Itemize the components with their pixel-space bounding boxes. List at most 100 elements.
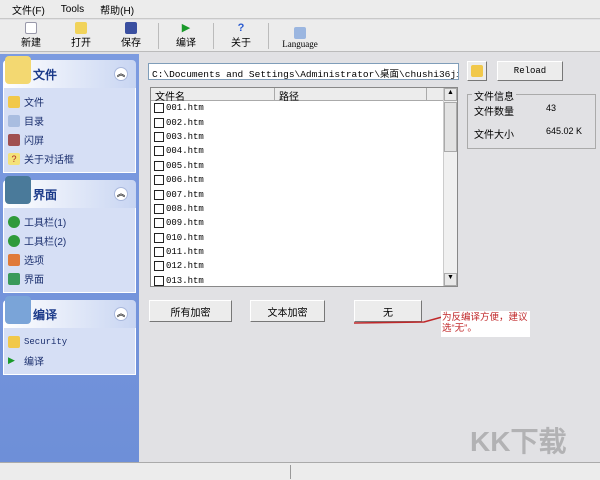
count-label: 文件数量 <box>474 107 514 118</box>
checkbox[interactable] <box>154 131 164 142</box>
checkbox[interactable] <box>154 247 164 258</box>
compile-play-icon: ▶ <box>181 22 191 34</box>
file-name: 006.htm <box>166 175 204 186</box>
checkbox[interactable] <box>154 146 164 157</box>
status-bar <box>0 462 600 480</box>
scroll-thumb[interactable] <box>444 102 457 152</box>
list-item[interactable]: 013.htm <box>151 274 457 288</box>
sidebar-item-compile[interactable]: ▶ 编译 <box>8 351 131 370</box>
checkbox[interactable] <box>154 232 164 243</box>
file-name: 001.htm <box>166 103 204 114</box>
sidebar-item-file[interactable]: 文件 <box>8 92 131 111</box>
collapse-icon[interactable]: ︽ <box>114 67 128 81</box>
panel-file: 文件 ︽ 文件 目录 闪屏 ? 关于对话框 <box>3 56 136 173</box>
group-title: 文件信息 <box>472 88 516 103</box>
open-folder-icon <box>75 22 87 34</box>
list-item[interactable]: 003.htm <box>151 130 457 144</box>
scroll-up-icon[interactable]: ▲ <box>444 88 457 101</box>
checkbox[interactable] <box>154 203 164 214</box>
count-value: 43 <box>546 103 557 113</box>
about-button[interactable]: ? 关于 <box>216 21 266 51</box>
file-name: 005.htm <box>166 160 204 171</box>
sidebar-item-directory[interactable]: 目录 <box>8 111 131 130</box>
reload-button[interactable]: Reload <box>497 61 563 81</box>
panel-header[interactable]: 编译 ︽ <box>3 296 136 328</box>
file-name: 008.htm <box>166 203 204 214</box>
annotation-line <box>354 316 443 324</box>
help-icon: ? <box>8 152 20 165</box>
checkbox[interactable] <box>154 218 164 229</box>
home-icon <box>8 253 20 266</box>
list-item[interactable]: 007.htm <box>151 187 457 201</box>
browse-button[interactable] <box>467 61 487 81</box>
checkbox[interactable] <box>154 189 164 200</box>
arrow-left-icon <box>8 215 20 228</box>
file-name: 003.htm <box>166 131 204 142</box>
column-path[interactable]: 路径 <box>275 88 427 103</box>
list-item[interactable]: 011.htm <box>151 245 457 259</box>
menu-tools[interactable]: Tools <box>59 4 86 15</box>
sidebar: 文件 ︽ 文件 目录 闪屏 ? 关于对话框 界面 ︽ 工具栏(1) 工具栏(2) 选项… <box>0 54 139 462</box>
checkbox[interactable] <box>154 261 164 272</box>
panel-header[interactable]: 界面 ︽ <box>3 176 136 208</box>
folder-icon <box>8 95 20 108</box>
file-name: 010.htm <box>166 232 204 243</box>
save-icon <box>125 22 137 34</box>
list-item[interactable]: 005.htm <box>151 159 457 173</box>
language-icon <box>294 27 306 39</box>
panel-compile: 编译 ︽ Security ▶ 编译 <box>3 296 136 375</box>
checkbox[interactable] <box>154 275 164 286</box>
checkbox[interactable] <box>154 117 164 128</box>
list-item[interactable]: 004.htm <box>151 144 457 158</box>
list-item[interactable]: 009.htm <box>151 216 457 230</box>
collapse-icon[interactable]: ︽ <box>114 187 128 201</box>
language-button[interactable]: Language <box>271 21 329 51</box>
encrypt-text-button[interactable]: 文本加密 <box>250 300 325 322</box>
list-header: 文件名 路径 <box>151 88 457 103</box>
sidebar-item-security[interactable]: Security <box>8 332 131 351</box>
separator <box>213 23 214 49</box>
sidebar-item-about[interactable]: ? 关于对话框 <box>8 149 131 168</box>
annotation-note: 为反编译方便，建议选“无”。 <box>441 311 530 337</box>
file-info-group: 文件信息 文件数量 43 文件大小 645.02 K <box>467 88 596 149</box>
status-divider <box>290 465 291 479</box>
panel-header[interactable]: 文件 ︽ <box>3 56 136 88</box>
checkbox[interactable] <box>154 160 164 171</box>
sidebar-item-toolbar1[interactable]: 工具栏(1) <box>8 212 131 231</box>
list-item[interactable]: 008.htm <box>151 202 457 216</box>
list-item[interactable]: 012.htm <box>151 259 457 273</box>
collapse-icon[interactable]: ︽ <box>114 307 128 321</box>
list-item[interactable]: 010.htm <box>151 231 457 245</box>
menu-help[interactable]: 帮助(H) <box>98 2 136 17</box>
list-item[interactable]: 002.htm <box>151 115 457 129</box>
size-value: 645.02 K <box>546 126 583 136</box>
sidebar-item-interface[interactable]: 界面 <box>8 269 131 288</box>
list-item[interactable]: 001.htm <box>151 101 457 115</box>
menu-bar: 文件(F) Tools 帮助(H) <box>0 0 600 19</box>
save-button[interactable]: 保存 <box>106 21 156 51</box>
scroll-down-icon[interactable]: ▼ <box>444 273 457 286</box>
watermark-logo: KK下载 <box>470 426 567 457</box>
sidebar-item-splash[interactable]: 闪屏 <box>8 130 131 149</box>
checkbox[interactable] <box>154 103 164 114</box>
file-name: 004.htm <box>166 146 204 157</box>
path-input[interactable]: C:\Documents and Settings\Administrator\… <box>148 63 459 80</box>
new-button[interactable]: 新建 <box>6 21 56 51</box>
landscape-icon <box>8 272 20 285</box>
new-file-icon <box>25 22 37 34</box>
size-label: 文件大小 <box>474 130 514 141</box>
sidebar-item-toolbar2[interactable]: 工具栏(2) <box>8 231 131 250</box>
computer-icon <box>5 296 31 324</box>
scrollbar[interactable]: ▲ ▼ <box>443 88 457 286</box>
open-button[interactable]: 打开 <box>56 21 106 51</box>
checkbox[interactable] <box>154 175 164 186</box>
compile-button[interactable]: ▶ 编译 <box>161 21 211 51</box>
menu-file[interactable]: 文件(F) <box>10 2 47 17</box>
file-name: 013.htm <box>166 275 204 286</box>
sidebar-item-options[interactable]: 选项 <box>8 250 131 269</box>
list-item[interactable]: 006.htm <box>151 173 457 187</box>
column-filename[interactable]: 文件名 <box>151 88 275 103</box>
encrypt-all-button[interactable]: 所有加密 <box>149 300 232 322</box>
separator <box>268 23 269 49</box>
file-name: 012.htm <box>166 261 204 272</box>
